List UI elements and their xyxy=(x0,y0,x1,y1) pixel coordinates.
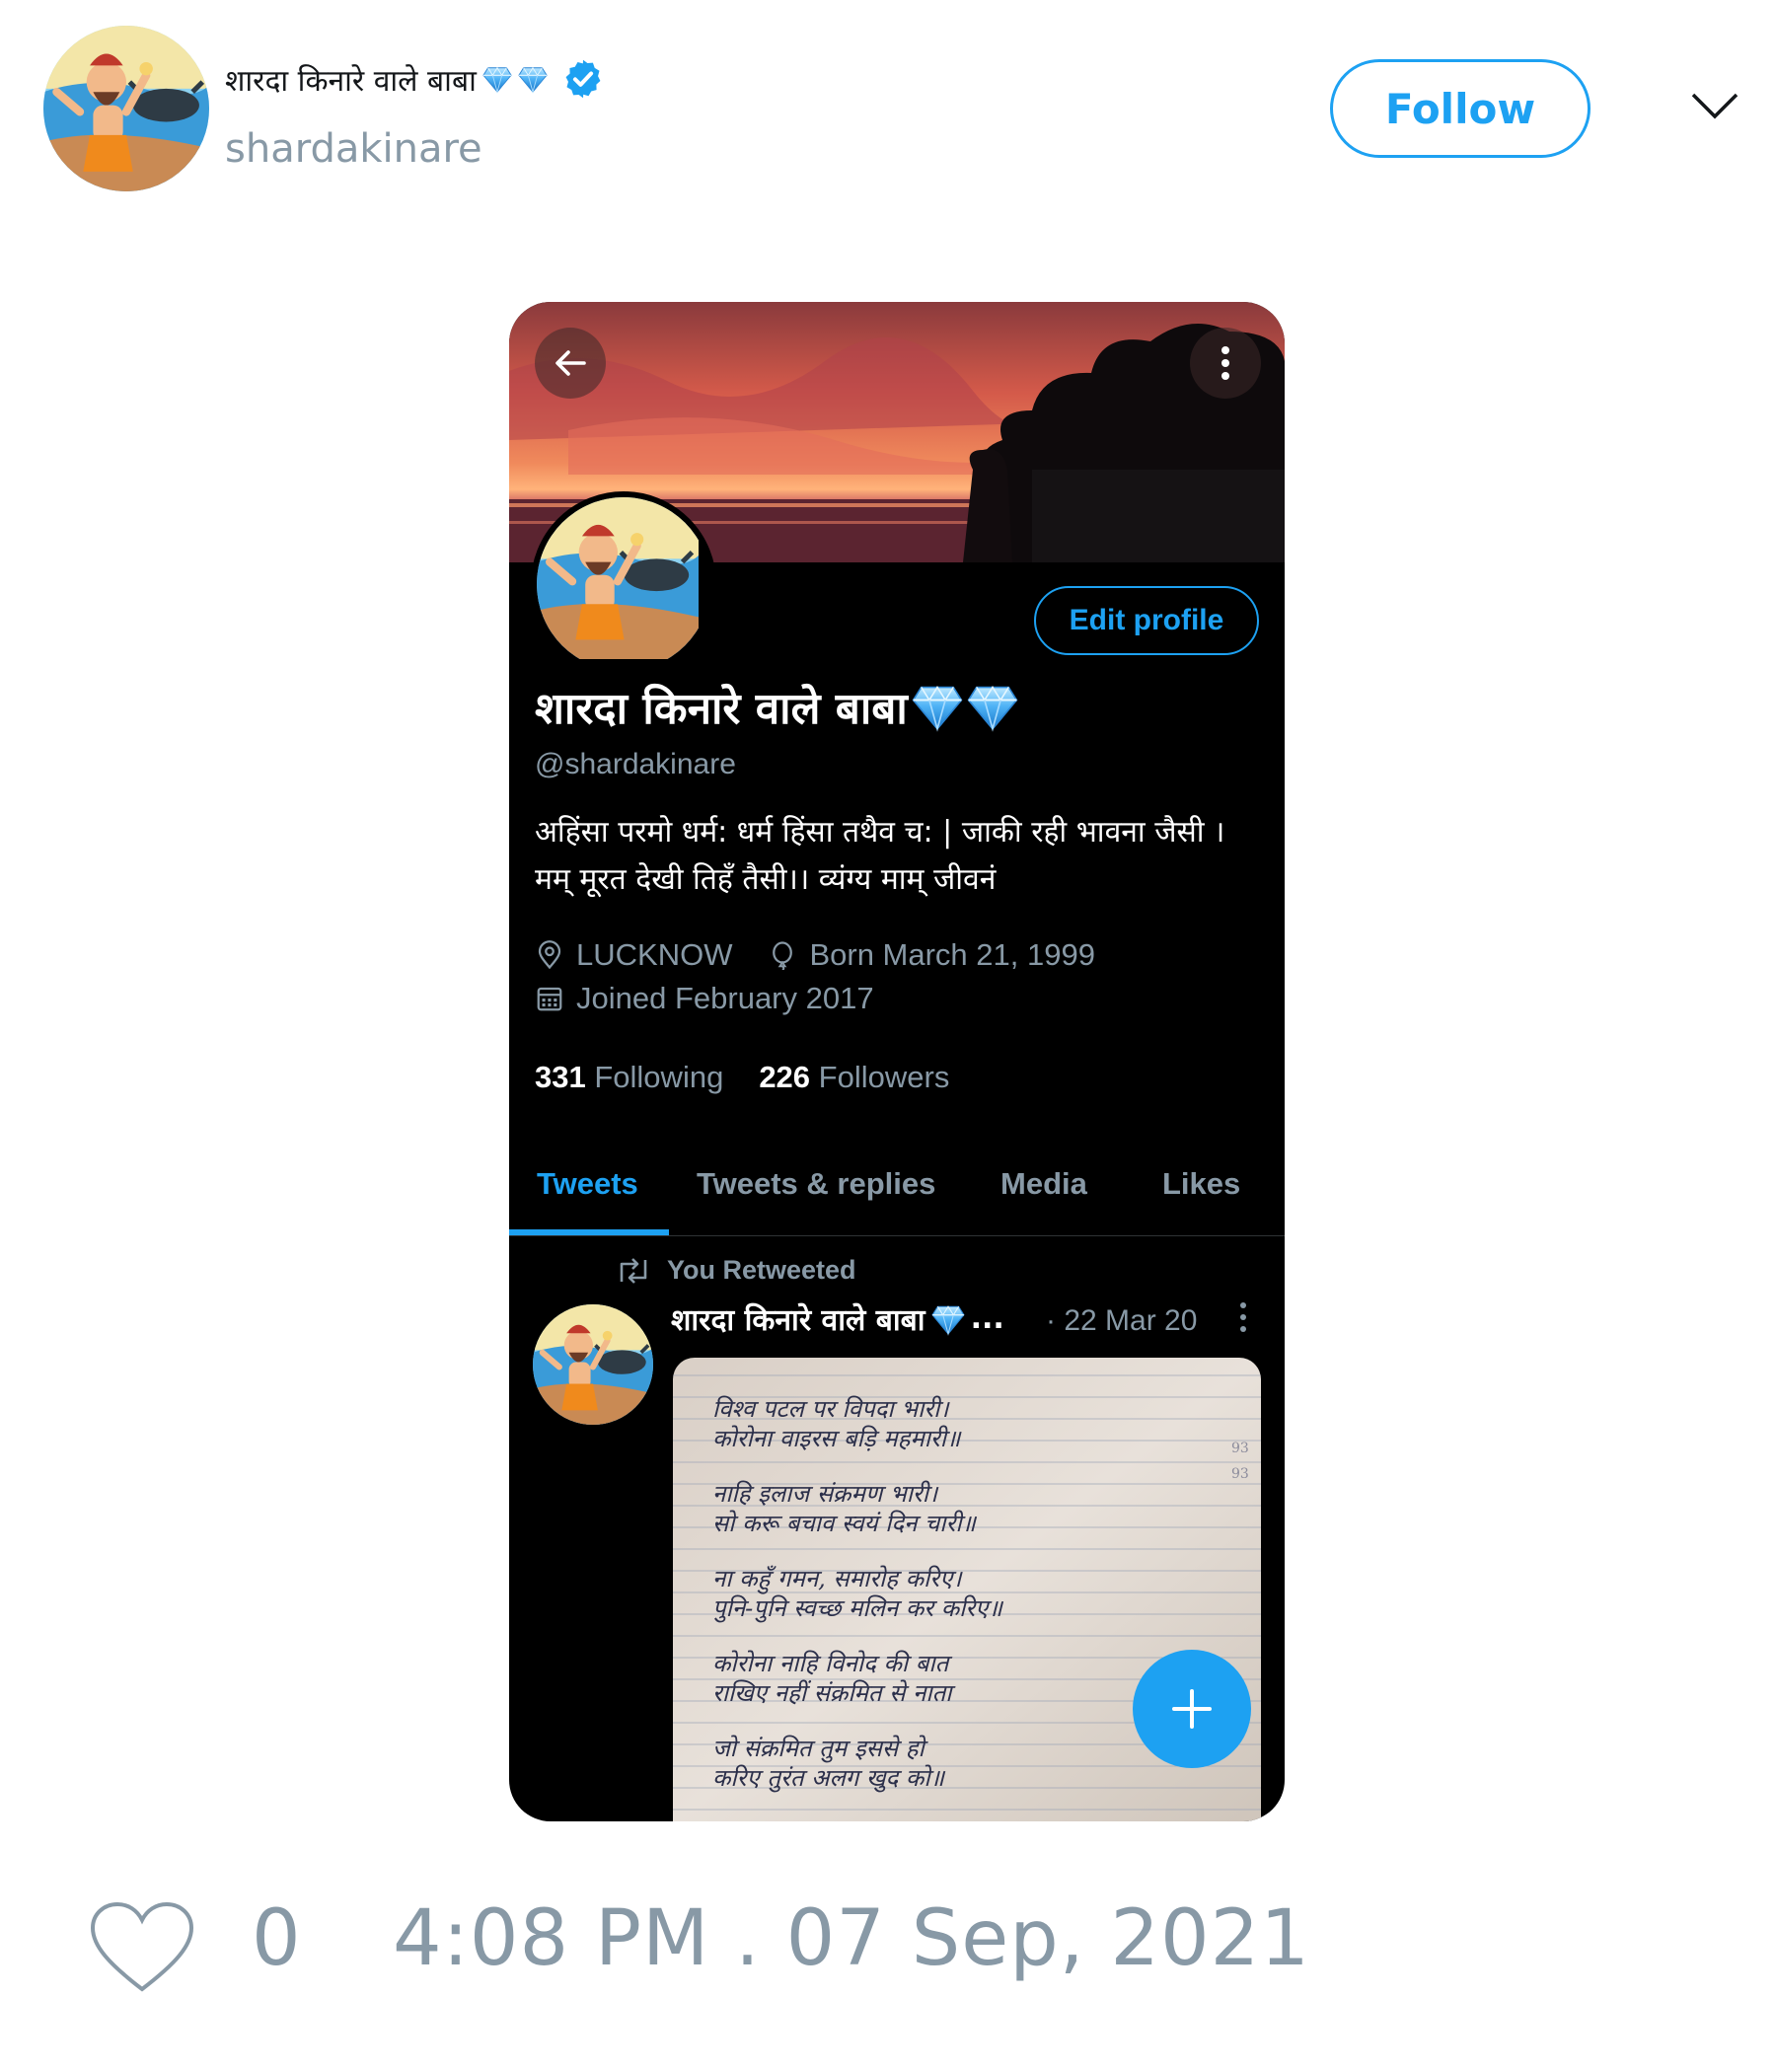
tab-tweets-and-replies[interactable]: Tweets & replies xyxy=(697,1166,935,1202)
more-vertical-icon xyxy=(1221,346,1229,380)
tweet-more-icon[interactable] xyxy=(1237,1300,1249,1334)
following-label: Following xyxy=(594,1060,724,1094)
tab-tweets[interactable]: Tweets xyxy=(537,1166,638,1202)
note-line: ना कहुँ गमन, समारोह करिए। xyxy=(712,1565,963,1594)
following-count: 331 xyxy=(535,1060,586,1094)
gem-stone-icon xyxy=(912,681,963,732)
bio-line: अहिंसा परमो धर्म: धर्म हिंसा तथैव च: | ज… xyxy=(535,815,1225,850)
following-link[interactable]: 331 Following xyxy=(535,1060,723,1095)
note-margin-number: 93 xyxy=(1231,1441,1249,1456)
note-line: पुनि-पुनि स्वच्छ मलिन कर करिए॥ xyxy=(712,1594,1003,1623)
note-line: करिए तुरंत अलग खुद को॥ xyxy=(712,1764,946,1793)
arrow-left-icon xyxy=(555,350,586,376)
followers-count: 226 xyxy=(759,1060,811,1094)
active-tab-indicator xyxy=(509,1229,669,1235)
back-button[interactable] xyxy=(535,328,606,399)
profile-meta-row: Joined February 2017 xyxy=(535,981,874,1016)
profile-handle: @shardakinare xyxy=(535,748,736,780)
author-handle[interactable]: shardakinare xyxy=(225,126,482,172)
tweet-timestamp: 4:08 PM . 07 Sep, 2021 xyxy=(393,1894,1310,1983)
profile-location: LUCKNOW xyxy=(576,937,733,972)
followers-link[interactable]: 226 Followers xyxy=(759,1060,949,1095)
like-count: 0 xyxy=(252,1894,301,1983)
profile-avatar[interactable] xyxy=(531,491,716,677)
bio-line: मम् मूरत देखी तिहँ तैसी।। व्यंग्य माम् ज… xyxy=(535,862,997,897)
tweet-author-avatar[interactable] xyxy=(533,1304,653,1425)
author-avatar[interactable] xyxy=(43,26,209,191)
tab-likes[interactable]: Likes xyxy=(1162,1166,1240,1202)
retweet-context-label: You Retweeted xyxy=(667,1255,856,1285)
note-line: विश्व पटल पर विपदा भारी। xyxy=(712,1395,950,1423)
tweet-author-row[interactable]: शारदा किनारे वाले बाबा ... xyxy=(671,1298,1004,1339)
gem-stone-icon xyxy=(518,64,548,94)
tweet-date[interactable]: · 22 Mar 20 xyxy=(1046,1304,1197,1338)
tweet-author-name: शारदा किनारे वाले बाबा xyxy=(671,1303,925,1338)
profile-name: शारदा किनारे वाले बाबा xyxy=(535,684,908,734)
profile-stats: 331 Following 226 Followers xyxy=(535,1060,949,1095)
profile-name-row: शारदा किनारे वाले बाबा xyxy=(535,677,1018,736)
more-options-button[interactable] xyxy=(1190,328,1261,399)
note-line: सो करू बचाव स्वयं दिन चारी॥ xyxy=(712,1510,978,1537)
note-line: नाहि इलाज संक्रमण भारी। xyxy=(712,1480,939,1508)
author-display-name[interactable]: शारदा किनारे वाले बाबा xyxy=(225,59,477,100)
verified-badge-icon xyxy=(565,59,601,99)
follow-button[interactable]: Follow xyxy=(1330,59,1591,158)
profile-birthdate: Born March 21, 1999 xyxy=(809,937,1095,972)
tab-media[interactable]: Media xyxy=(1000,1166,1087,1202)
note-line: जो संक्रमित तुम इससे हो xyxy=(712,1735,928,1763)
profile-bio: अहिंसा परमो धर्म: धर्म हिंसा तथैव च: | ज… xyxy=(535,809,1265,904)
followers-label: Followers xyxy=(818,1060,950,1094)
gem-stone-icon xyxy=(931,1302,965,1336)
profile-tabs: Tweets Tweets & replies Media Likes xyxy=(509,1148,1285,1236)
author-name-row[interactable]: शारदा किनारे वाले बाबा xyxy=(225,57,605,101)
profile-joined-date: Joined February 2017 xyxy=(576,981,874,1015)
retweet-icon xyxy=(620,1257,647,1284)
name-truncation: ... xyxy=(970,1301,1004,1336)
chevron-down-icon[interactable] xyxy=(1689,87,1740,126)
note-margin-number: 93 xyxy=(1231,1466,1249,1482)
gem-stone-icon xyxy=(482,64,512,94)
retweet-context: You Retweeted xyxy=(616,1255,856,1286)
profile-meta-row: LUCKNOW Born March 21, 1999 xyxy=(535,937,1095,973)
note-line: कोरोना नाहि विनोद की बात xyxy=(712,1650,953,1677)
edit-profile-button[interactable]: Edit profile xyxy=(1034,586,1259,655)
embedded-screenshot: Edit profile शारदा किनारे वाले बाबा @sha… xyxy=(509,302,1285,1821)
gem-stone-icon xyxy=(967,681,1018,732)
balloon-icon xyxy=(773,941,793,970)
location-pin-icon xyxy=(538,940,561,970)
compose-tweet-button[interactable] xyxy=(1133,1650,1251,1768)
heart-icon[interactable] xyxy=(89,1900,195,1995)
note-line: राखिए नहीं संक्रमित से नाता xyxy=(712,1679,956,1707)
note-line: कोरोना वाइरस बड़ि महमारी॥ xyxy=(712,1425,962,1452)
calendar-icon xyxy=(537,987,562,1011)
plus-icon xyxy=(1172,1689,1212,1729)
